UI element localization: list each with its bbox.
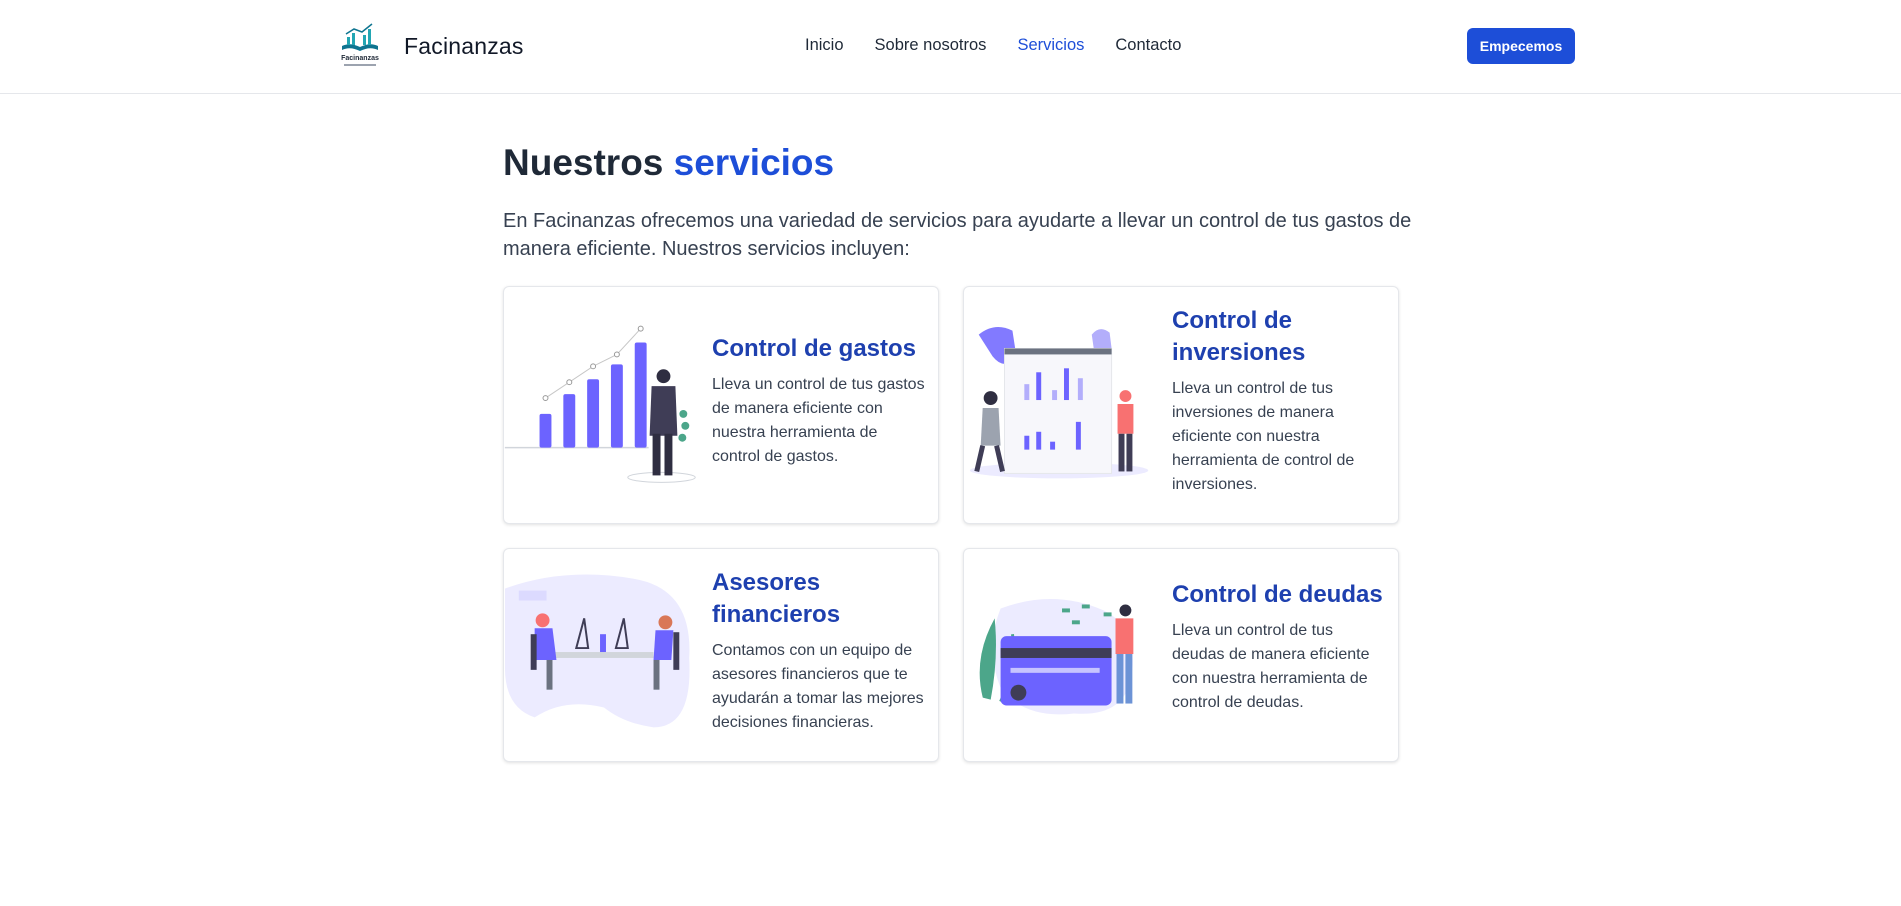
card-description: Lleva un control de tus deudas de manera… bbox=[1172, 622, 1370, 711]
card-title: Control de gastos bbox=[712, 335, 917, 362]
advisors-office-illustration bbox=[504, 574, 690, 728]
card-description: Lleva un control de tus gastos de manera… bbox=[712, 376, 925, 465]
book-chart-logo-icon: Facinanzas bbox=[341, 23, 379, 66]
card-title: Control de deudas bbox=[1172, 581, 1383, 608]
title-accent: servicios bbox=[673, 142, 835, 183]
nav-sobre-nosotros[interactable]: Sobre nosotros bbox=[875, 36, 987, 55]
credit-card-illustration bbox=[979, 599, 1134, 715]
service-card-control-deudas[interactable]: Control de deudas Lleva un control de tu… bbox=[963, 548, 1399, 762]
nav-servicios[interactable]: Servicios bbox=[1017, 36, 1084, 55]
card-text: Control de gastos Lleva un control de tu… bbox=[712, 333, 927, 469]
brand-name[interactable]: Facinanzas bbox=[404, 33, 524, 60]
card-text: Control de inversiones Lleva un control … bbox=[1172, 305, 1387, 497]
card-title: Control de inversiones bbox=[1172, 307, 1306, 366]
service-card-asesores-financieros[interactable]: Asesores financieros Contamos con un equ… bbox=[503, 548, 939, 762]
intro-text: En Facinanzas ofrecemos una variedad de … bbox=[503, 210, 1412, 260]
card-text: Control de deudas Lleva un control de tu… bbox=[1172, 579, 1387, 715]
nav-contacto[interactable]: Contacto bbox=[1115, 36, 1181, 55]
facinanzas-logo[interactable]: Facinanzas bbox=[338, 20, 382, 70]
main-nav: Inicio Sobre nosotros Servicios Contacto bbox=[805, 36, 1212, 55]
growth-chart-illustration bbox=[504, 325, 696, 483]
investment-board-illustration bbox=[969, 326, 1149, 479]
empecemos-button[interactable]: Empecemos bbox=[1467, 28, 1575, 64]
site-header: Facinanzas Facinanzas Inicio Sobre nosot… bbox=[0, 0, 1901, 94]
nav-inicio[interactable]: Inicio bbox=[805, 36, 844, 55]
page-title: Nuestros servicios bbox=[503, 142, 834, 184]
card-description: Contamos con un equipo de asesores finan… bbox=[712, 642, 924, 731]
service-card-control-gastos[interactable]: Control de gastos Lleva un control de tu… bbox=[503, 286, 939, 524]
card-text: Asesores financieros Contamos con un equ… bbox=[712, 567, 927, 735]
card-description: Lleva un control de tus inversiones de m… bbox=[1172, 380, 1355, 493]
card-title: Asesores financieros bbox=[712, 569, 841, 628]
title-plain: Nuestros bbox=[503, 142, 674, 183]
svg-text:Facinanzas: Facinanzas bbox=[341, 55, 379, 62]
service-card-control-inversiones[interactable]: Control de inversiones Lleva un control … bbox=[963, 286, 1399, 524]
